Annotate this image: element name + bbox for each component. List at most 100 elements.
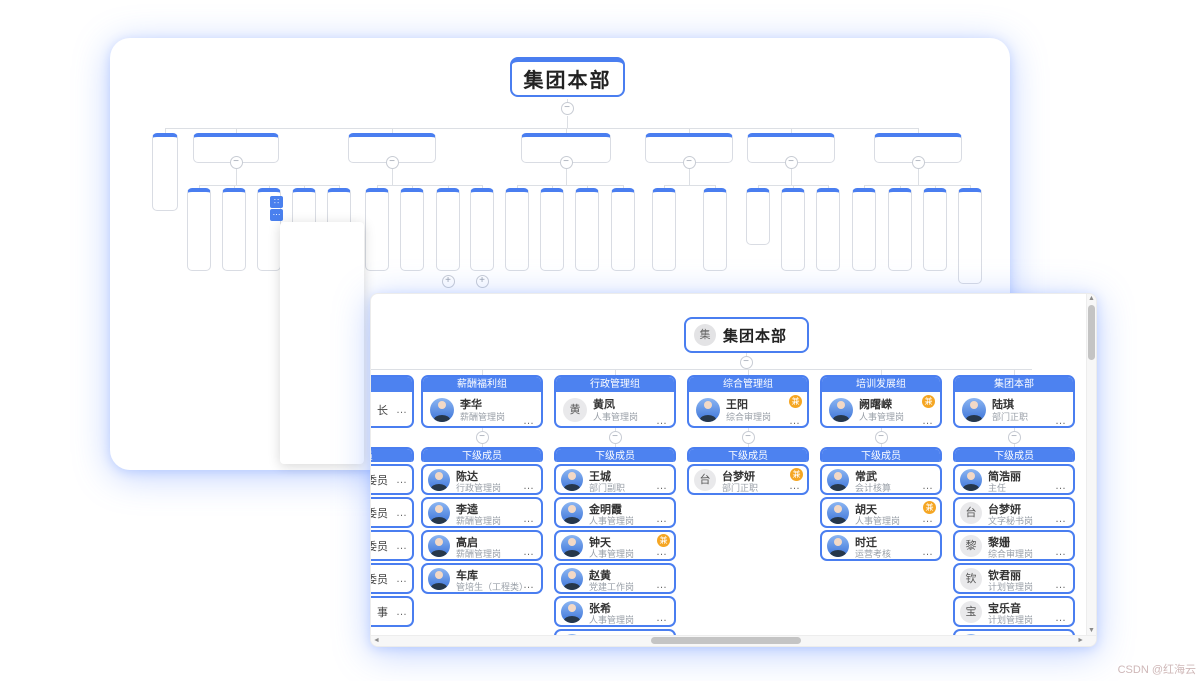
sub-org-node[interactable]: [781, 188, 805, 271]
sub-org-node[interactable]: [703, 188, 727, 271]
collapse-toggle-expand[interactable]: +: [442, 275, 455, 288]
more-icon[interactable]: …: [523, 513, 535, 525]
more-icon[interactable]: …: [1055, 612, 1067, 624]
sub-org-node[interactable]: [816, 188, 840, 271]
collapse-toggle-root[interactable]: −: [561, 102, 574, 115]
member-row[interactable]: 王城部门副职…: [554, 464, 676, 495]
member-row[interactable]: 高启薪酬管理岗…: [421, 530, 543, 561]
member-row[interactable]: 车库管培生（工程类）…: [421, 563, 543, 594]
member-row[interactable]: 简浩丽主任…: [953, 464, 1075, 495]
org-actions-icon[interactable]: ∷ ⋯: [270, 196, 284, 222]
more-icon[interactable]: …: [789, 480, 801, 492]
scroll-up-icon[interactable]: ▲: [1088, 295, 1095, 302]
menu-item[interactable]: [280, 435, 364, 458]
collapse-toggle-dept[interactable]: −: [683, 156, 696, 169]
member-row[interactable]: 事…: [370, 596, 414, 627]
more-icon[interactable]: …: [656, 612, 668, 624]
more-icon[interactable]: …: [789, 415, 801, 427]
member-row[interactable]: 委员…: [370, 497, 414, 528]
more-icon[interactable]: …: [523, 579, 535, 591]
member-row[interactable]: 钟天人事管理岗…兼: [554, 530, 676, 561]
more-icon[interactable]: …: [922, 415, 934, 427]
scroll-left-icon[interactable]: ◄: [373, 637, 380, 644]
sub-org-node[interactable]: [888, 188, 912, 271]
more-icon[interactable]: …: [396, 404, 407, 416]
group-leader-card[interactable]: 综合管理组王阳综合审理岗…兼: [687, 375, 809, 428]
member-row[interactable]: 委员…: [370, 563, 414, 594]
members-root-node[interactable]: 集 集团本部: [684, 317, 809, 353]
more-icon[interactable]: …: [922, 546, 934, 558]
collapse-toggle-dept[interactable]: −: [386, 156, 399, 169]
leader-row[interactable]: 长…: [370, 392, 412, 428]
collapse-toggle-dept[interactable]: −: [560, 156, 573, 169]
sub-org-node[interactable]: [540, 188, 564, 271]
member-row[interactable]: 赵黄党建工作岗…: [554, 563, 676, 594]
sub-org-node[interactable]: [222, 188, 246, 271]
sub-org-node[interactable]: [505, 188, 529, 271]
more-icon[interactable]: …: [523, 415, 535, 427]
menu-item[interactable]: [280, 274, 364, 297]
member-row[interactable]: 陈达行政管理岗…: [421, 464, 543, 495]
more-icon[interactable]: …: [656, 415, 668, 427]
group-leader-card[interactable]: 薪酬福利组李华薪酬管理岗…: [421, 375, 543, 428]
menu-item[interactable]: [280, 389, 364, 412]
more-icon[interactable]: …: [396, 606, 407, 618]
more-icon[interactable]: …: [656, 513, 668, 525]
menu-item[interactable]: [280, 228, 364, 251]
member-row[interactable]: 李逵薪酬管理岗…: [421, 497, 543, 528]
sub-org-node[interactable]: [436, 188, 460, 271]
dept-node[interactable]: [152, 133, 178, 211]
sub-org-node[interactable]: [923, 188, 947, 271]
more-icon[interactable]: …: [1055, 546, 1067, 558]
more-icon[interactable]: …: [656, 546, 668, 558]
member-row[interactable]: 宝宝乐音计划管理岗…: [953, 596, 1075, 627]
more-icon[interactable]: …: [922, 513, 934, 525]
member-row[interactable]: 委员…: [370, 464, 414, 495]
sub-org-node[interactable]: [852, 188, 876, 271]
member-row[interactable]: 台台梦妍文字秘书岗…: [953, 497, 1075, 528]
collapse-toggle-dept[interactable]: −: [785, 156, 798, 169]
collapse-toggle-group[interactable]: −: [476, 431, 489, 444]
horizontal-scrollbar[interactable]: ◄ ►: [371, 635, 1096, 646]
member-row[interactable]: 黎黎姗综合审理岗…: [953, 530, 1075, 561]
group-leader-card[interactable]: 培训发展组阙曙嵘人事管理岗…兼: [820, 375, 942, 428]
collapse-toggle-dept[interactable]: −: [230, 156, 243, 169]
sub-org-node[interactable]: [470, 188, 494, 271]
sub-org-node[interactable]: [746, 188, 770, 245]
group-leader-card[interactable]: 长…: [370, 375, 414, 428]
member-row[interactable]: 委员…: [370, 530, 414, 561]
more-icon[interactable]: …: [396, 540, 407, 552]
menu-item[interactable]: [280, 343, 364, 366]
org-more-icon[interactable]: ⋯: [270, 209, 283, 221]
sub-org-node[interactable]: [187, 188, 211, 271]
group-leader-card[interactable]: 集团本部陆琪部门正职…: [953, 375, 1075, 428]
more-icon[interactable]: …: [1055, 480, 1067, 492]
menu-item[interactable]: [280, 251, 364, 274]
org-root-node[interactable]: 集团本部: [510, 57, 625, 97]
menu-item[interactable]: [280, 412, 364, 435]
collapse-toggle-group[interactable]: −: [742, 431, 755, 444]
more-icon[interactable]: …: [396, 507, 407, 519]
sub-org-node[interactable]: [611, 188, 635, 271]
menu-item[interactable]: [280, 320, 364, 343]
member-row[interactable]: 张希人事管理岗…: [554, 596, 676, 627]
member-row[interactable]: 金明霞人事管理岗…: [554, 497, 676, 528]
sub-org-node[interactable]: [575, 188, 599, 271]
scroll-down-icon[interactable]: ▼: [1088, 627, 1095, 634]
more-icon[interactable]: …: [922, 480, 934, 492]
more-icon[interactable]: …: [523, 480, 535, 492]
more-icon[interactable]: …: [396, 573, 407, 585]
member-row[interactable]: 胡天人事管理岗…兼: [820, 497, 942, 528]
collapse-toggle-expand[interactable]: +: [476, 275, 489, 288]
more-icon[interactable]: …: [1055, 415, 1067, 427]
menu-item[interactable]: [280, 297, 364, 320]
sub-org-node[interactable]: [400, 188, 424, 271]
scroll-right-icon[interactable]: ►: [1077, 637, 1084, 644]
menu-item[interactable]: [280, 366, 364, 389]
more-icon[interactable]: …: [523, 546, 535, 558]
collapse-toggle-group[interactable]: −: [875, 431, 888, 444]
vertical-scrollbar-thumb[interactable]: [1088, 305, 1095, 360]
collapse-toggle-dept[interactable]: −: [912, 156, 925, 169]
sub-org-node[interactable]: [652, 188, 676, 271]
more-icon[interactable]: …: [1055, 579, 1067, 591]
